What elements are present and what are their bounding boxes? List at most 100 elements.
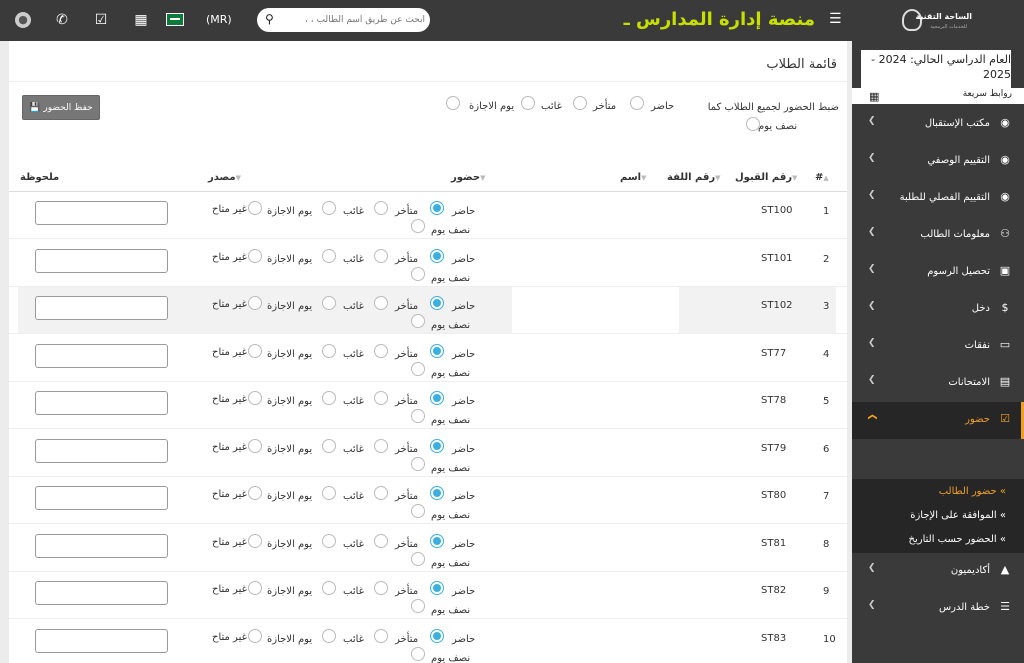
late-radio[interactable] — [374, 391, 388, 405]
submenu-item[interactable]: » حضور الطالب — [939, 486, 1006, 497]
saudi-flag-icon[interactable] — [166, 13, 184, 26]
present-radio[interactable] — [430, 486, 444, 500]
checkbox-icon[interactable]: ☑ — [92, 11, 110, 29]
submenu-item-label: حضور الطالب — [938, 486, 997, 497]
sidebar-item[interactable]: ❮ مكتب الإستقبال ◉ — [852, 106, 1024, 143]
holiday-radio[interactable] — [248, 439, 262, 453]
note-input[interactable] — [35, 486, 168, 510]
whatsapp-icon[interactable]: ✆ — [53, 11, 71, 29]
search-input[interactable] — [283, 11, 425, 29]
halfday-radio[interactable] — [411, 552, 425, 566]
absent-label: غائب — [343, 539, 364, 550]
absent-radio[interactable] — [322, 249, 336, 263]
halfday-radio[interactable] — [411, 409, 425, 423]
sidebar-item[interactable]: ❮ دخل $ — [852, 291, 1024, 328]
present-radio[interactable] — [430, 201, 444, 215]
save-attendance-button[interactable]: 💾 حفظ الحضور — [22, 95, 100, 120]
submenu-item[interactable]: » الموافقة على الإجازة — [910, 510, 1006, 521]
bulk-absent-radio[interactable] — [521, 96, 535, 110]
present-radio[interactable] — [430, 391, 444, 405]
note-input[interactable] — [35, 296, 168, 320]
bulk-halfday-radio[interactable] — [746, 117, 760, 131]
absent-radio[interactable] — [322, 629, 336, 643]
holiday-radio[interactable] — [248, 296, 262, 310]
absent-radio[interactable] — [322, 439, 336, 453]
note-input[interactable] — [35, 201, 168, 225]
column-source[interactable]: ▼مصدر — [208, 172, 243, 183]
holiday-radio[interactable] — [248, 391, 262, 405]
note-input[interactable] — [35, 249, 168, 273]
late-radio[interactable] — [374, 534, 388, 548]
present-radio[interactable] — [430, 534, 444, 548]
holiday-label: يوم الاجازة — [267, 254, 313, 265]
sidebar-item[interactable]: ❮ الامتحانات ▤ — [852, 365, 1024, 402]
currency-label[interactable]: (MR) — [206, 13, 232, 26]
halfday-radio[interactable] — [411, 599, 425, 613]
sidebar-item[interactable]: ❮ أكاديميون ▲ — [852, 553, 1024, 590]
note-input[interactable] — [35, 344, 168, 368]
sidebar-item[interactable]: ❮ نفقات ▭ — [852, 328, 1024, 365]
late-radio[interactable] — [374, 581, 388, 595]
column-name[interactable]: ▼اسم — [620, 172, 649, 183]
calendar-icon[interactable]: ▦ — [132, 11, 150, 29]
holiday-radio[interactable] — [248, 581, 262, 595]
halfday-radio[interactable] — [411, 362, 425, 376]
present-radio[interactable] — [430, 581, 444, 595]
present-radio[interactable] — [430, 629, 444, 643]
holiday-radio[interactable] — [248, 201, 262, 215]
absent-radio[interactable] — [322, 296, 336, 310]
note-input[interactable] — [35, 439, 168, 463]
column-roll-no[interactable]: ▼رقم اللفة — [667, 172, 723, 183]
submenu-item[interactable]: » الحضور حسب التاريخ — [909, 534, 1006, 545]
note-input[interactable] — [35, 534, 168, 558]
note-input[interactable] — [35, 581, 168, 605]
absent-radio[interactable] — [322, 581, 336, 595]
present-radio[interactable] — [430, 344, 444, 358]
holiday-radio[interactable] — [248, 534, 262, 548]
sidebar-item[interactable]: ❮ التقييم الوصفي ◉ — [852, 143, 1024, 180]
grid-icon[interactable]: ▦ — [869, 90, 879, 103]
late-radio[interactable] — [374, 249, 388, 263]
absent-radio[interactable] — [322, 391, 336, 405]
late-radio[interactable] — [374, 629, 388, 643]
search-icon[interactable]: ⚲ — [265, 12, 274, 26]
present-radio[interactable] — [430, 249, 444, 263]
holiday-radio[interactable] — [248, 629, 262, 643]
halfday-radio[interactable] — [411, 504, 425, 518]
late-radio[interactable] — [374, 344, 388, 358]
column-admission-no[interactable]: ▼رقم القبول — [735, 172, 799, 183]
halfday-radio[interactable] — [411, 267, 425, 281]
halfday-radio[interactable] — [411, 314, 425, 328]
bulk-holiday-radio[interactable] — [446, 96, 460, 110]
absent-radio[interactable] — [322, 534, 336, 548]
halfday-radio[interactable] — [411, 457, 425, 471]
bulk-late-radio[interactable] — [573, 96, 587, 110]
halfday-radio[interactable] — [411, 219, 425, 233]
sidebar-item[interactable]: ❮ خطة الدرس ☰ — [852, 590, 1024, 627]
absent-radio[interactable] — [322, 344, 336, 358]
holiday-radio[interactable] — [248, 486, 262, 500]
hamburger-menu-icon[interactable]: ☰ — [829, 11, 842, 27]
note-input[interactable] — [35, 391, 168, 415]
holiday-radio[interactable] — [248, 249, 262, 263]
absent-radio[interactable] — [322, 486, 336, 500]
user-avatar-icon[interactable]: ● — [15, 12, 31, 28]
holiday-radio[interactable] — [248, 344, 262, 358]
late-radio[interactable] — [374, 201, 388, 215]
late-radio[interactable] — [374, 486, 388, 500]
bulk-present-radio[interactable] — [630, 96, 644, 110]
sidebar-item[interactable]: ❮ معلومات الطالب ⚇ — [852, 217, 1024, 254]
late-radio[interactable] — [374, 296, 388, 310]
column-attendance[interactable]: ▼حضور — [451, 172, 487, 183]
halfday-radio[interactable] — [411, 647, 425, 661]
present-radio[interactable] — [430, 296, 444, 310]
absent-radio[interactable] — [322, 201, 336, 215]
column-number[interactable]: ▲# — [815, 172, 831, 183]
sidebar-item[interactable]: ❮ تحصيل الرسوم ▣ — [852, 254, 1024, 291]
sidebar-item[interactable]: ❮ حضور ☑ — [852, 402, 1024, 439]
late-radio[interactable] — [374, 439, 388, 453]
quick-links-bar[interactable]: روابط سريعة ▦ — [852, 88, 1024, 104]
sidebar-item[interactable]: ❮ التقييم الفصلي للطلبة ◉ — [852, 180, 1024, 217]
present-radio[interactable] — [430, 439, 444, 453]
note-input[interactable] — [35, 629, 168, 653]
